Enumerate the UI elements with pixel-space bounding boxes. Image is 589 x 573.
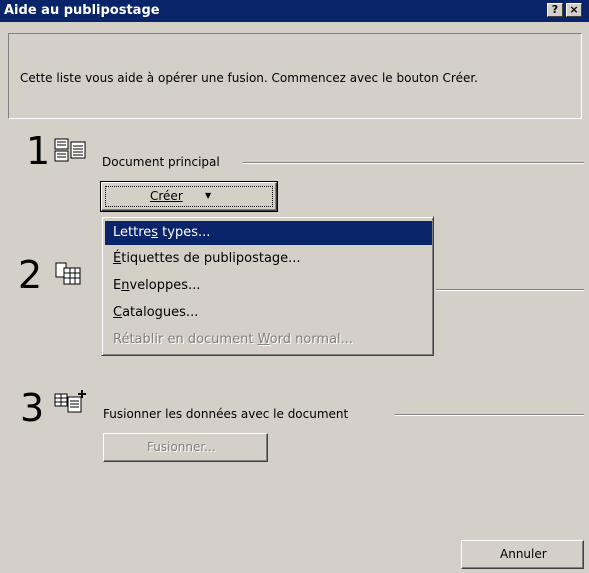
step-1-label: Document principal [102, 155, 226, 169]
menu-item-catalogs[interactable]: Catalogues... [105, 301, 432, 325]
step-3-label: Fusionner les données avec le document [103, 407, 355, 421]
step-3-number: 3 [20, 386, 45, 430]
create-button-label: Créer [150, 189, 183, 203]
step-2-rule [436, 289, 584, 291]
data-source-icon [54, 262, 84, 289]
title-bar: Aide au publipostage ? × [0, 0, 589, 22]
chevron-down-icon: ▼ [205, 191, 212, 200]
create-dropdown-menu: Lettres types... Étiquettes de publipost… [101, 216, 434, 356]
help-button[interactable]: ? [547, 3, 563, 17]
merge-icon [54, 390, 86, 417]
merge-button-label: Fusionner... [147, 440, 216, 454]
step-2-number: 2 [18, 253, 43, 297]
menu-item-mailing-labels[interactable]: Étiquettes de publipostage... [105, 247, 432, 271]
close-button[interactable]: × [566, 3, 582, 17]
focus-ring [105, 186, 273, 207]
cancel-button[interactable]: Annuler [461, 540, 584, 569]
window-title: Aide au publipostage [4, 3, 160, 18]
create-button[interactable]: Créer ▼ [100, 181, 278, 212]
menu-item-restore-normal[interactable]: Rétablir en document Word normal... [105, 328, 432, 352]
step-3-rule [395, 414, 584, 416]
step-1-number: 1 [26, 129, 51, 173]
menu-item-form-letters[interactable]: Lettres types... [105, 221, 432, 245]
menu-item-envelopes[interactable]: Enveloppes... [105, 274, 432, 298]
step-1-rule [243, 162, 584, 164]
mail-merge-dialog: Aide au publipostage ? × Cette liste vou… [0, 0, 589, 573]
cancel-button-label: Annuler [500, 547, 547, 561]
merge-button[interactable]: Fusionner... [103, 433, 268, 462]
main-document-icon [54, 138, 86, 165]
intro-text: Cette liste vous aide à opérer une fusio… [20, 71, 478, 85]
